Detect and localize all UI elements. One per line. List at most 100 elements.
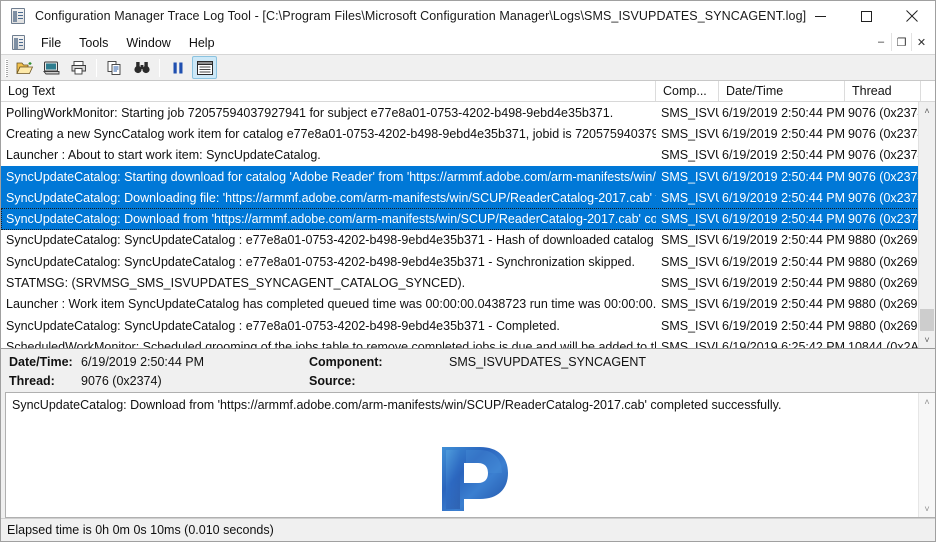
printer-icon[interactable] — [66, 56, 91, 79]
table-row[interactable]: Creating a new SyncCatalog work item for… — [1, 123, 935, 144]
cell-date: 6/19/2019 2:50:44 PM — [722, 126, 845, 141]
maximize-button[interactable] — [843, 1, 889, 31]
detail-label-datetime: Date/Time: — [9, 354, 73, 369]
table-row[interactable]: Launcher : About to start work item: Syn… — [1, 145, 935, 166]
cell-log: SyncUpdateCatalog: Starting download for… — [6, 169, 656, 184]
close-button[interactable] — [889, 1, 935, 31]
table-row[interactable]: SyncUpdateCatalog: SyncUpdateCatalog : e… — [1, 251, 935, 272]
scrollbar-track[interactable] — [919, 119, 935, 331]
cell-comp: SMS_ISVU — [661, 233, 719, 248]
menu-item-file[interactable]: File — [32, 34, 70, 52]
detail-value-component: SMS_ISVUPDATES_SYNCAGENT — [449, 354, 647, 369]
table-row[interactable]: PollingWorkMonitor: Starting job 7205759… — [1, 102, 935, 123]
cell-date: 6/19/2019 2:50:44 PM — [722, 148, 845, 163]
table-row[interactable]: SyncUpdateCatalog: Downloading file: 'ht… — [1, 187, 935, 209]
cell-comp: SMS_ISVU — [661, 190, 719, 205]
menu-bar: File Tools Window Help – ❐ ✕ — [1, 31, 935, 55]
pause-icon[interactable] — [165, 56, 190, 79]
cell-comp: SMS_ISVU — [661, 318, 719, 333]
scrollbar-thumb[interactable] — [920, 309, 934, 331]
message-pane[interactable]: SyncUpdateCatalog: Download from 'https:… — [5, 392, 935, 518]
table-row[interactable]: STATMSG: (SRVMSG_SMS_ISVUPDATES_SYNCAGEN… — [1, 272, 935, 293]
list-column-headers: Log Text Comp... Date/Time Thread — [1, 81, 935, 102]
cell-thread: 9076 (0x2374) — [848, 148, 921, 163]
table-row[interactable]: ScheduledWorkMonitor: Scheduled grooming… — [1, 336, 935, 348]
cell-thread: 9076 (0x2374) — [848, 212, 921, 227]
menu-item-help[interactable]: Help — [180, 34, 224, 52]
toolbar-separator — [96, 58, 97, 77]
detail-value-thread: 9076 (0x2374) — [81, 373, 162, 388]
message-text: SyncUpdateCatalog: Download from 'https:… — [12, 398, 782, 412]
cell-log: SyncUpdateCatalog: Download from 'https:… — [6, 212, 656, 227]
table-row[interactable]: SyncUpdateCatalog: Starting download for… — [1, 165, 935, 188]
table-row[interactable]: Launcher : Work item SyncUpdateCatalog h… — [1, 294, 935, 315]
column-header-component[interactable]: Comp... — [656, 81, 719, 101]
status-bar: Elapsed time is 0h 0m 0s 10ms (0.010 sec… — [1, 518, 935, 541]
cell-comp: SMS_ISVU — [661, 105, 719, 120]
cell-date: 6/19/2019 2:50:44 PM — [722, 297, 845, 312]
application-window: Configuration Manager Trace Log Tool - [… — [0, 0, 936, 542]
cell-comp: SMS_ISVU — [661, 276, 719, 291]
mdi-restore-button[interactable]: ❐ — [891, 33, 911, 51]
cell-date: 6/19/2019 2:50:44 PM — [722, 233, 845, 248]
cell-thread: 9076 (0x2374) — [848, 169, 921, 184]
cell-thread: 9076 (0x2374) — [848, 126, 921, 141]
cell-log: STATMSG: (SRVMSG_SMS_ISVUPDATES_SYNCAGEN… — [6, 276, 466, 291]
detail-label-source: Source: — [309, 373, 356, 388]
table-row[interactable]: SyncUpdateCatalog: SyncUpdateCatalog : e… — [1, 315, 935, 336]
mdi-close-button[interactable]: ✕ — [911, 33, 931, 51]
column-header-thread[interactable]: Thread — [845, 81, 921, 101]
cell-thread: 9880 (0x2698) — [848, 233, 921, 248]
cell-comp: SMS_ISVU — [661, 212, 719, 227]
detail-row-datetime: Date/Time: 6/19/2019 2:50:44 PM Componen… — [9, 352, 935, 371]
binoculars-icon[interactable] — [129, 56, 154, 79]
open-folder-icon[interactable] — [12, 56, 37, 79]
scroll-up-arrow-icon[interactable]: ˄ — [919, 102, 935, 119]
table-row[interactable]: SyncUpdateCatalog: Download from 'https:… — [1, 208, 935, 230]
cell-thread: 9880 (0x2698) — [848, 297, 921, 312]
cell-log: Launcher : About to start work item: Syn… — [6, 148, 321, 163]
mdi-child-controls: – ❐ ✕ — [871, 33, 931, 51]
column-header-datetime[interactable]: Date/Time — [719, 81, 845, 101]
menu-item-window[interactable]: Window — [117, 34, 179, 52]
cell-thread: 9880 (0x2698) — [848, 254, 921, 269]
column-header-log-text[interactable]: Log Text — [1, 81, 656, 101]
status-bar-text: Elapsed time is 0h 0m 0s 10ms (0.010 sec… — [7, 523, 274, 537]
toolbar — [1, 55, 935, 81]
minimize-button[interactable] — [797, 1, 843, 31]
table-row[interactable]: SyncUpdateCatalog: SyncUpdateCatalog : e… — [1, 230, 935, 251]
cell-comp: SMS_ISVU — [661, 254, 719, 269]
cell-date: 6/19/2019 2:50:44 PM — [722, 190, 845, 205]
cell-thread: 10844 (0x2A5C — [848, 339, 921, 348]
cell-comp: SMS_ISVU — [661, 339, 719, 348]
scroll-down-arrow-icon[interactable]: ˅ — [919, 331, 935, 348]
detail-label-component: Component: — [309, 354, 383, 369]
copy-icon[interactable] — [102, 56, 127, 79]
cell-date: 6/19/2019 2:50:44 PM — [722, 254, 845, 269]
log-rows: PollingWorkMonitor: Starting job 7205759… — [1, 102, 935, 348]
list-view-icon[interactable] — [192, 56, 217, 79]
cell-date: 6/19/2019 2:50:44 PM — [722, 169, 845, 184]
cell-log: ScheduledWorkMonitor: Scheduled grooming… — [6, 339, 656, 348]
cell-thread: 9880 (0x2698) — [848, 276, 921, 291]
message-vertical-scrollbar[interactable]: ˄ ˅ — [918, 393, 935, 517]
cell-log: SyncUpdateCatalog: Downloading file: 'ht… — [6, 190, 656, 205]
mdi-minimize-button[interactable]: – — [871, 33, 891, 51]
scroll-down-arrow-icon[interactable]: ˅ — [919, 500, 935, 517]
cell-log: SyncUpdateCatalog: SyncUpdateCatalog : e… — [6, 254, 635, 269]
cell-thread: 9076 (0x2374) — [848, 105, 921, 120]
cell-log: SyncUpdateCatalog: SyncUpdateCatalog : e… — [6, 233, 656, 248]
log-document-icon — [11, 8, 27, 24]
scroll-up-arrow-icon[interactable]: ˄ — [919, 393, 935, 410]
title-bar: Configuration Manager Trace Log Tool - [… — [1, 1, 935, 31]
cell-comp: SMS_ISVU — [661, 169, 719, 184]
detail-row-thread: Thread: 9076 (0x2374) Source: — [9, 371, 935, 390]
cell-log: PollingWorkMonitor: Starting job 7205759… — [6, 105, 614, 120]
cell-log: Creating a new SyncCatalog work item for… — [6, 126, 656, 141]
toolbar-grip[interactable] — [5, 58, 8, 77]
column-header-filler — [921, 81, 935, 101]
list-vertical-scrollbar[interactable]: ˄ ˅ — [918, 102, 935, 348]
menu-item-tools[interactable]: Tools — [70, 34, 117, 52]
computer-icon[interactable] — [39, 56, 64, 79]
cell-date: 6/19/2019 2:50:44 PM — [722, 105, 845, 120]
